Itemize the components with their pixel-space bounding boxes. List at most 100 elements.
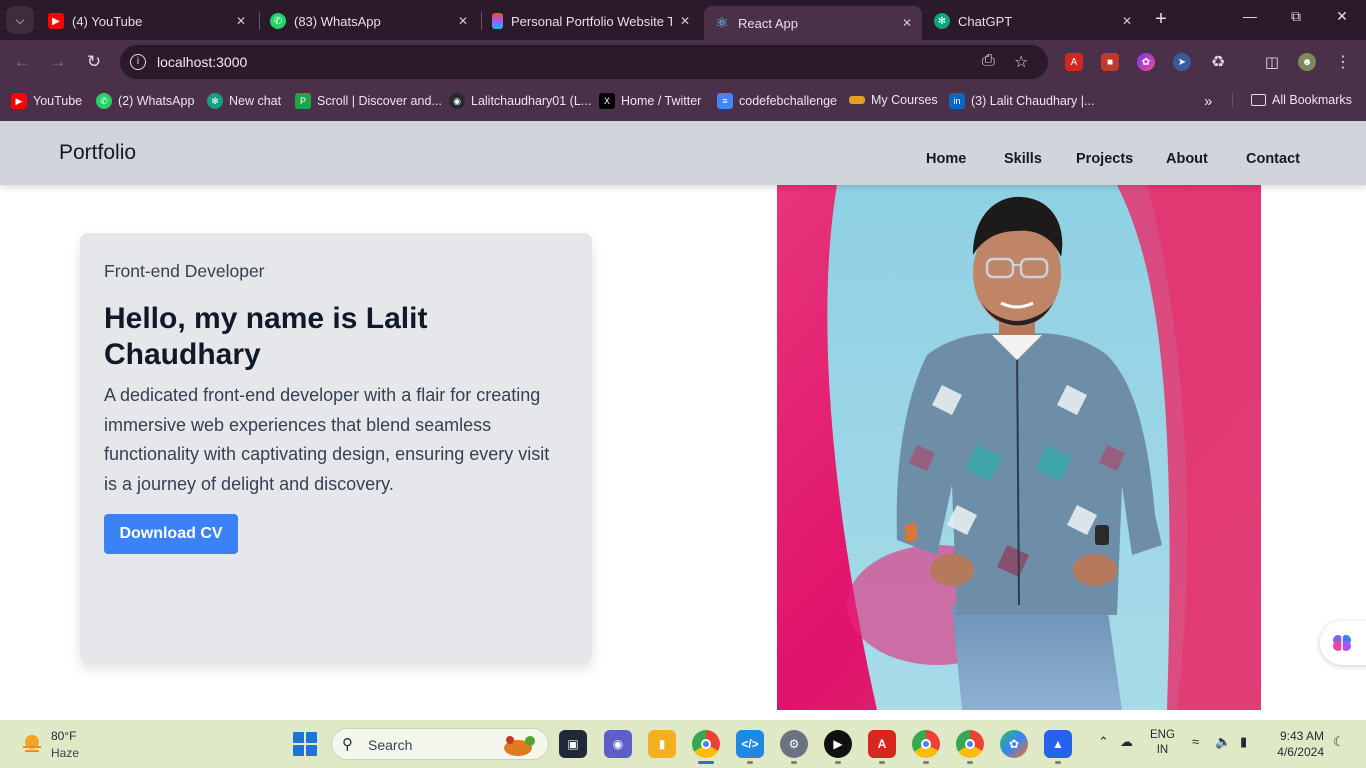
bookmark-scroll[interactable]: P Scroll | Discover and... [295, 93, 442, 109]
running-app-indicator [879, 761, 885, 764]
tab-title: (4) YouTube [72, 13, 143, 29]
all-bookmarks-button[interactable]: All Bookmarks [1232, 93, 1352, 107]
menu-kebab-icon[interactable]: ⋮ [1334, 53, 1352, 71]
ai-assistant-button[interactable] [1320, 621, 1366, 665]
reload-button[interactable]: ↻ [82, 50, 106, 74]
address-text[interactable]: localhost:3000 [157, 54, 247, 70]
weather-temperature[interactable]: 80°F [51, 729, 76, 743]
tab-chatgpt[interactable]: ✻ ChatGPT ✕ [924, 6, 1142, 36]
start-button[interactable] [293, 732, 317, 756]
new-tab-button[interactable]: + [1150, 8, 1172, 31]
settings-gear-icon[interactable]: ⚙ [780, 730, 808, 758]
bookmarks-bar: ▶ YouTube ✆ (2) WhatsApp ✻ New chat P Sc… [0, 84, 1366, 121]
browser-toolbar: ← → ↻ i localhost:3000 ⎙ ☆ A ■ ✿ ➤ ♻ ◫ ☻… [0, 40, 1366, 84]
install-app-icon[interactable]: ⎙ [982, 52, 995, 70]
bookmark-codefebchallenge[interactable]: ≡ codefebchallenge [717, 93, 837, 109]
tab-strip: ⌵ ▶ (4) YouTube ✕ ✆ (83) WhatsApp ✕ Pers… [0, 0, 1366, 40]
youtube-icon: ▶ [48, 13, 64, 29]
restore-button[interactable]: ⧉ [1284, 8, 1308, 25]
close-icon[interactable]: ✕ [902, 16, 912, 30]
tab-figma[interactable]: Personal Portfolio Website Te ✕ [482, 6, 700, 36]
system-clock[interactable]: 9:43 AM 4/6/2024 [1268, 728, 1324, 760]
bookmark-star-icon[interactable]: ☆ [1014, 52, 1028, 72]
nav-skills[interactable]: Skills [1004, 151, 1042, 167]
chrome-icon[interactable] [692, 730, 720, 758]
vscode-icon[interactable]: </> [736, 730, 764, 758]
show-hidden-icons-chevron[interactable]: ⌃ [1098, 734, 1109, 750]
download-cv-button[interactable]: Download CV [104, 514, 238, 554]
bookmark-my-courses[interactable]: My Courses [849, 93, 938, 107]
react-icon: ⚛ [715, 15, 729, 32]
region-code: IN [1156, 744, 1169, 756]
bookmark-whatsapp[interactable]: ✆ (2) WhatsApp [96, 93, 194, 109]
site-info-icon[interactable]: i [130, 54, 146, 70]
bookmark-twitter[interactable]: X Home / Twitter [599, 93, 701, 109]
tab-title: ChatGPT [958, 13, 1013, 29]
bookmark-label: Scroll | Discover and... [317, 94, 442, 108]
running-app-indicator [747, 761, 753, 764]
bookmark-label: New chat [229, 94, 282, 108]
task-view-icon[interactable]: ▣ [559, 730, 587, 758]
extension-icon[interactable]: ■ [1101, 53, 1119, 71]
ai-extension-icon[interactable]: ✿ [1137, 53, 1155, 71]
reload-icon: ↻ [86, 52, 102, 71]
youtube-icon: ▶ [11, 93, 27, 109]
close-icon[interactable]: ✕ [1122, 14, 1132, 28]
weather-condition[interactable]: Haze [51, 746, 79, 760]
volume-icon[interactable]: 🔈 [1215, 734, 1231, 750]
close-window-button[interactable]: ✕ [1330, 8, 1354, 25]
close-icon[interactable]: ✕ [236, 14, 246, 28]
nav-contact[interactable]: Contact [1246, 151, 1300, 167]
windows-logo-icon [306, 745, 317, 756]
input-language[interactable]: ENG IN [1150, 728, 1175, 758]
tab-react-app[interactable]: ⚛ React App ✕ [704, 6, 922, 40]
more-bookmarks-button[interactable]: » [1204, 93, 1212, 110]
hero-description: A dedicated front-end developer with a f… [104, 385, 550, 494]
chrome-profile-icon[interactable] [912, 730, 940, 758]
wifi-icon[interactable]: ≈ [1192, 734, 1199, 749]
address-bar[interactable]: i localhost:3000 ⎙ ☆ [120, 45, 1048, 79]
profile-avatar[interactable]: ☻ [1298, 53, 1316, 71]
all-bookmarks-label: All Bookmarks [1272, 93, 1352, 107]
close-icon[interactable]: ✕ [680, 14, 690, 28]
tab-whatsapp[interactable]: ✆ (83) WhatsApp ✕ [260, 6, 478, 36]
taskbar-search[interactable]: ⚲ Search [331, 728, 549, 760]
minimize-button[interactable]: — [1238, 8, 1262, 24]
bookmark-new-chat[interactable]: ✻ New chat [207, 93, 281, 109]
extensions-puzzle-icon[interactable]: ♻ [1209, 53, 1227, 71]
acrobat-icon[interactable]: A [868, 730, 896, 758]
battery-icon[interactable]: ▮ [1240, 734, 1247, 750]
tab-youtube[interactable]: ▶ (4) YouTube ✕ [38, 6, 256, 36]
acrobat-extension-icon[interactable]: A [1065, 53, 1083, 71]
chrome-profile-icon[interactable] [956, 730, 984, 758]
running-app-indicator [791, 761, 797, 764]
close-icon[interactable]: ✕ [458, 14, 468, 28]
focus-moon-icon[interactable]: ☾ [1333, 734, 1345, 750]
back-button[interactable]: ← [10, 50, 34, 74]
image-viewer-icon[interactable]: ▲ [1044, 730, 1072, 758]
nav-about[interactable]: About [1166, 151, 1208, 167]
windows-logo-icon [293, 745, 304, 756]
onedrive-cloud-icon[interactable]: ☁ [1120, 734, 1133, 750]
bookmark-youtube[interactable]: ▶ YouTube [11, 93, 82, 109]
arrow-left-icon: ← [13, 52, 31, 71]
forward-button[interactable]: → [46, 50, 70, 74]
tab-title: React App [738, 15, 798, 31]
bookmark-linkedin[interactable]: in (3) Lalit Chaudhary |... [949, 93, 1094, 109]
haze-sun-icon[interactable] [20, 732, 44, 756]
side-panel-icon[interactable]: ◫ [1263, 53, 1281, 71]
teams-chat-icon[interactable]: ◉ [604, 730, 632, 758]
tab-title: Personal Portfolio Website Te [511, 13, 672, 29]
bookmark-github[interactable]: ◉ Lalitchaudhary01 (L... [449, 93, 591, 109]
running-app-indicator [923, 761, 929, 764]
tab-search-button[interactable]: ⌵ [6, 6, 34, 34]
running-app-indicator [1055, 761, 1061, 764]
nav-home[interactable]: Home [926, 151, 966, 167]
bookmark-label: Home / Twitter [621, 94, 702, 108]
photos-app-icon[interactable]: ✿ [1000, 730, 1028, 758]
cursor-extension-icon[interactable]: ➤ [1173, 53, 1191, 71]
file-explorer-icon[interactable]: ▮ [648, 730, 676, 758]
nav-projects[interactable]: Projects [1076, 151, 1133, 167]
media-player-icon[interactable]: ▶ [824, 730, 852, 758]
site-brand[interactable]: Portfolio [59, 141, 136, 165]
